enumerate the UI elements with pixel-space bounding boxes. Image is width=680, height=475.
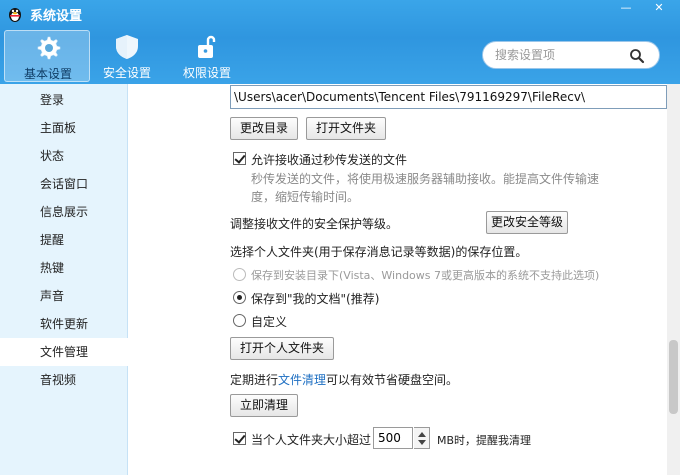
change-directory-button[interactable]: 更改目录 xyxy=(230,117,298,140)
sidebar-item-main-panel[interactable]: 主面板 xyxy=(0,114,128,142)
search-icon[interactable] xyxy=(629,48,645,64)
security-level-label: 调整接收文件的安全保护等级。 xyxy=(230,217,399,231)
sidebar-item-software-update[interactable]: 软件更新 xyxy=(0,310,128,338)
custom-location-label: 自定义 xyxy=(251,315,288,329)
size-alert-prefix: 当个人文件夹大小超过 xyxy=(251,433,372,447)
custom-location-radio[interactable] xyxy=(233,314,246,327)
file-cleanup-link[interactable]: 文件清理 xyxy=(278,373,326,387)
save-to-install-dir-radio[interactable] xyxy=(233,268,246,281)
shield-icon xyxy=(116,35,138,59)
lock-icon xyxy=(198,35,216,58)
size-limit-input[interactable] xyxy=(373,427,413,449)
tab-basic-settings[interactable]: 基本设置 xyxy=(4,30,90,82)
cleanup-prefix: 定期进行 xyxy=(230,373,279,387)
sidebar-item-reminder[interactable]: 提醒 xyxy=(0,226,128,254)
content-scrollbar[interactable] xyxy=(667,84,680,475)
gear-icon xyxy=(37,36,61,60)
cleanup-notice: 定期进行文件清理可以有效节省硬盘空间。 xyxy=(230,371,458,388)
open-personal-folder-button[interactable]: 打开个人文件夹 xyxy=(230,337,334,360)
size-limit-stepper[interactable] xyxy=(414,427,430,449)
sidebar-nav: 登录 主面板 状态 会话窗口 信息展示 提醒 热键 声音 软件更新 文件管理 音… xyxy=(0,84,128,475)
sidebar-item-login[interactable]: 登录 xyxy=(0,86,128,114)
save-to-my-documents-radio[interactable] xyxy=(233,291,246,304)
stepper-up-icon[interactable] xyxy=(418,432,426,437)
save-to-my-documents-label: 保存到"我的文档"(推荐) xyxy=(251,292,380,306)
tab-label: 安全设置 xyxy=(102,66,151,80)
header-bar: 系统设置 — ✕ 基本设置 安全设置 权限设置 搜索设置项 xyxy=(0,0,680,84)
sidebar-item-status[interactable]: 状态 xyxy=(0,142,128,170)
settings-content: \Users\acer\Documents\Tencent Files\7911… xyxy=(129,84,667,475)
close-button[interactable]: ✕ xyxy=(644,0,674,18)
receive-folder-path-field[interactable]: \Users\acer\Documents\Tencent Files\7911… xyxy=(230,85,667,109)
tab-label: 权限设置 xyxy=(182,66,231,80)
stepper-down-icon[interactable] xyxy=(418,440,426,445)
save-to-install-dir-label: 保存到安装目录下(Vista、Windows 7或更高版本的系统不支持此选项) xyxy=(251,269,600,282)
sidebar-item-chat-window[interactable]: 会话窗口 xyxy=(0,170,128,198)
tab-label: 基本设置 xyxy=(23,67,72,81)
clean-now-button[interactable]: 立即清理 xyxy=(230,394,298,417)
sidebar-item-sound[interactable]: 声音 xyxy=(0,282,128,310)
sidebar-item-hotkeys[interactable]: 热键 xyxy=(0,254,128,282)
tab-security-settings[interactable]: 安全设置 xyxy=(84,30,170,82)
tab-permission-settings[interactable]: 权限设置 xyxy=(164,30,250,82)
qq-penguin-icon xyxy=(9,8,21,22)
change-security-level-button[interactable]: 更改安全等级 xyxy=(486,211,568,234)
search-input[interactable] xyxy=(495,47,625,63)
sidebar-item-audio-video[interactable]: 音视频 xyxy=(0,366,128,394)
sidebar-item-file-management[interactable]: 文件管理 xyxy=(0,338,128,366)
size-alert-suffix: MB时，提醒我清理 xyxy=(437,434,532,447)
open-folder-button[interactable]: 打开文件夹 xyxy=(306,117,386,140)
settings-window: 系统设置 — ✕ 基本设置 安全设置 权限设置 搜索设置项 登录 主面板 状态 … xyxy=(0,0,680,475)
flash-transfer-hint-line2: 度，缩短传输时间。 xyxy=(251,190,360,204)
search-box xyxy=(482,41,660,69)
flash-transfer-hint-line1: 秒传发送的文件，将使用极速服务器辅助接收。能提高文件传输速 xyxy=(251,172,600,186)
allow-flash-transfer-checkbox[interactable] xyxy=(233,152,246,165)
cleanup-suffix: 可以有效节省硬盘空间。 xyxy=(326,373,459,387)
window-title: 系统设置 xyxy=(30,9,83,24)
allow-flash-transfer-label: 允许接收通过秒传发送的文件 xyxy=(251,153,408,167)
personal-folder-label: 选择个人文件夹(用于保存消息记录等数据)的保存位置。 xyxy=(230,245,528,259)
scrollbar-thumb[interactable] xyxy=(669,340,678,414)
size-alert-checkbox[interactable] xyxy=(233,432,246,445)
sidebar-item-info-display[interactable]: 信息展示 xyxy=(0,198,128,226)
minimize-button[interactable]: — xyxy=(612,0,640,18)
